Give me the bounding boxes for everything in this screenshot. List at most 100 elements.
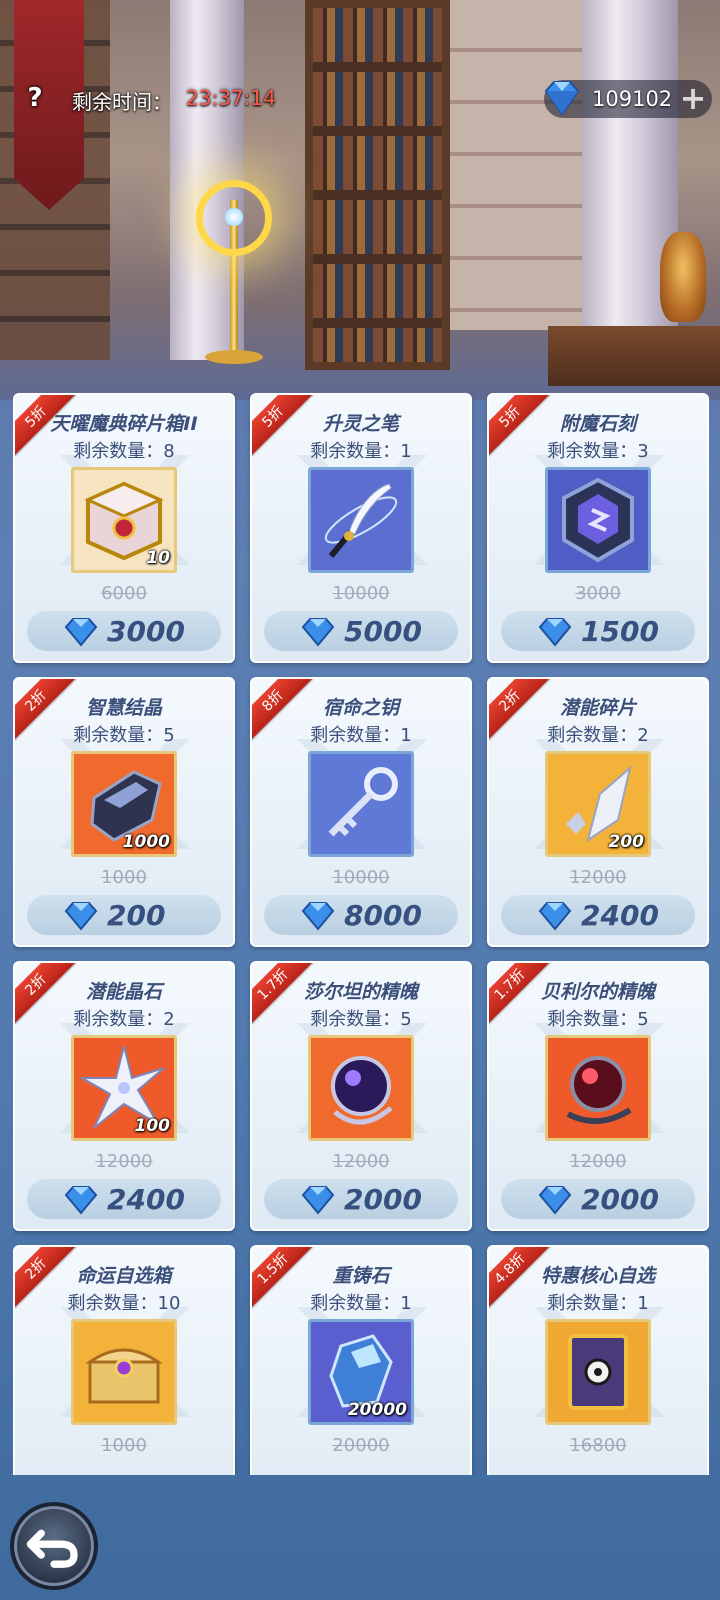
diamond-icon <box>301 902 335 931</box>
item-name: 莎尔坦的精魄 <box>303 981 418 1003</box>
buy-button[interactable]: 8000 <box>264 895 458 935</box>
original-price: 10000 <box>332 867 390 888</box>
item-remaining: 剩余数量：1 <box>310 441 412 462</box>
back-arrow-icon <box>26 1529 78 1568</box>
item-remaining: 剩余数量：5 <box>73 725 175 746</box>
original-price: 12000 <box>569 867 627 888</box>
item-quantity: 100 <box>134 1116 171 1136</box>
diamond-currency: 109102 + <box>544 80 712 118</box>
item-name: 命运自选箱 <box>76 1265 172 1287</box>
diamond-icon <box>538 1186 572 1215</box>
diamond-icon <box>64 618 98 647</box>
diamond-icon <box>544 81 580 116</box>
shard-icon: 200 <box>545 751 651 857</box>
key-icon <box>308 751 414 857</box>
bookshelf-center <box>305 0 450 370</box>
price-value: 2400 <box>581 899 659 932</box>
shop-item-card[interactable]: 1.7折 莎尔坦的精魄 剩余数量：5 12000 2000 <box>250 961 472 1231</box>
diamond-icon <box>538 618 572 647</box>
treasure-chest-icon: 10 <box>71 467 177 573</box>
item-name: 贝利尔的精魄 <box>540 981 655 1003</box>
original-price: 12000 <box>95 1151 153 1172</box>
shop-item-card[interactable]: 5折 天曜魔典碎片箱II 剩余数量：8 10 6000 3000 <box>13 393 235 663</box>
diamond-icon <box>64 1186 98 1215</box>
item-name: 智慧结晶 <box>85 697 162 719</box>
diamond-icon <box>538 902 572 931</box>
item-remaining: 剩余数量：2 <box>547 725 649 746</box>
item-name: 天曜魔典碎片箱II <box>50 413 198 435</box>
shop-grid: 5折 天曜魔典碎片箱II 剩余数量：8 10 6000 3000 5折 升灵之笔… <box>13 393 709 1475</box>
item-name: 潜能碎片 <box>559 697 636 719</box>
currency-amount: 109102 <box>592 87 673 111</box>
original-price: 3000 <box>575 583 621 604</box>
shop-item-card[interactable]: 5折 附魔石刻 剩余数量：3 3000 1500 <box>487 393 709 663</box>
original-price: 1000 <box>101 1435 147 1456</box>
buy-button[interactable]: 2400 <box>27 1179 221 1219</box>
timer-value: 23:37:14 <box>186 86 276 110</box>
buy-button[interactable]: 2000 <box>501 1179 695 1219</box>
price-value: 3000 <box>107 615 185 648</box>
item-remaining: 剩余数量：1 <box>310 725 412 746</box>
back-button[interactable] <box>10 1502 98 1590</box>
item-name: 宿命之钥 <box>322 697 399 719</box>
top-bar: ? 剩余时间： 23:37:14 109102 + <box>0 78 720 122</box>
rune-stone-icon <box>545 467 651 573</box>
buy-button[interactable]: 2400 <box>501 895 695 935</box>
buy-button[interactable]: 3000 <box>27 611 221 651</box>
golden-chest-icon <box>71 1319 177 1425</box>
diamond-icon <box>64 902 98 931</box>
item-remaining: 剩余数量：1 <box>310 1293 412 1314</box>
shop-item-card[interactable]: 8折 宿命之钥 剩余数量：1 10000 8000 <box>250 677 472 947</box>
shop-item-card[interactable]: 1.5折 重铸石 剩余数量：1 20000 20000 <box>250 1245 472 1475</box>
core-card-icon <box>545 1319 651 1425</box>
item-remaining: 剩余数量：10 <box>67 1293 181 1314</box>
item-name: 附魔石刻 <box>559 413 636 435</box>
price-value: 2000 <box>581 1183 659 1216</box>
shop-item-card[interactable]: 1.7折 贝利尔的精魄 剩余数量：5 12000 2000 <box>487 961 709 1231</box>
price-value: 8000 <box>344 899 422 932</box>
buy-button[interactable]: 200 <box>27 895 221 935</box>
item-remaining: 剩余数量：2 <box>73 1009 175 1030</box>
buy-button[interactable]: 1500 <box>501 611 695 651</box>
glowing-orb-core <box>225 208 243 226</box>
original-price: 16800 <box>569 1435 627 1456</box>
price-value: 1500 <box>581 615 659 648</box>
original-price: 1000 <box>101 867 147 888</box>
shop-item-card[interactable]: 5折 升灵之笔 剩余数量：1 10000 5000 <box>250 393 472 663</box>
price-value: 2000 <box>344 1183 422 1216</box>
item-name: 特惠核心自选 <box>540 1265 655 1287</box>
item-remaining: 剩余数量：3 <box>547 441 649 462</box>
buy-button[interactable]: 5000 <box>264 611 458 651</box>
original-price: 10000 <box>332 583 390 604</box>
help-icon[interactable]: ? <box>20 80 50 116</box>
shop-item-card[interactable]: 2折 智慧结晶 剩余数量：5 1000 1000 200 <box>13 677 235 947</box>
shop-item-card[interactable]: 2折 潜能碎片 剩余数量：2 200 12000 2400 <box>487 677 709 947</box>
golden-vase <box>660 232 706 322</box>
background-scene <box>0 0 720 400</box>
wooden-table <box>548 326 720 386</box>
purple-orb-icon <box>308 1035 414 1141</box>
price-value: 200 <box>107 899 166 932</box>
brick-wall <box>450 0 585 330</box>
shop-item-card[interactable]: 2折 潜能晶石 剩余数量：2 100 12000 2400 <box>13 961 235 1231</box>
crystal-icon: 1000 <box>71 751 177 857</box>
original-price: 12000 <box>569 1151 627 1172</box>
item-remaining: 剩余数量：8 <box>73 441 175 462</box>
item-remaining: 剩余数量：5 <box>310 1009 412 1030</box>
item-name: 潜能晶石 <box>85 981 162 1003</box>
price-value: 2400 <box>107 1183 185 1216</box>
item-name: 重铸石 <box>332 1265 390 1287</box>
red-orb-icon <box>545 1035 651 1141</box>
item-remaining: 剩余数量：5 <box>547 1009 649 1030</box>
shop-item-card[interactable]: 4.8折 特惠核心自选 剩余数量：1 16800 <box>487 1245 709 1475</box>
item-quantity: 20000 <box>347 1400 407 1420</box>
item-quantity: 1000 <box>122 832 170 852</box>
add-currency-icon[interactable]: + <box>678 82 708 116</box>
diamond-icon <box>301 618 335 647</box>
orb-base <box>205 350 263 364</box>
diamond-icon <box>301 1186 335 1215</box>
shop-item-card[interactable]: 2折 命运自选箱 剩余数量：10 1000 <box>13 1245 235 1475</box>
item-remaining: 剩余数量：1 <box>547 1293 649 1314</box>
item-quantity: 200 <box>608 832 645 852</box>
buy-button[interactable]: 2000 <box>264 1179 458 1219</box>
